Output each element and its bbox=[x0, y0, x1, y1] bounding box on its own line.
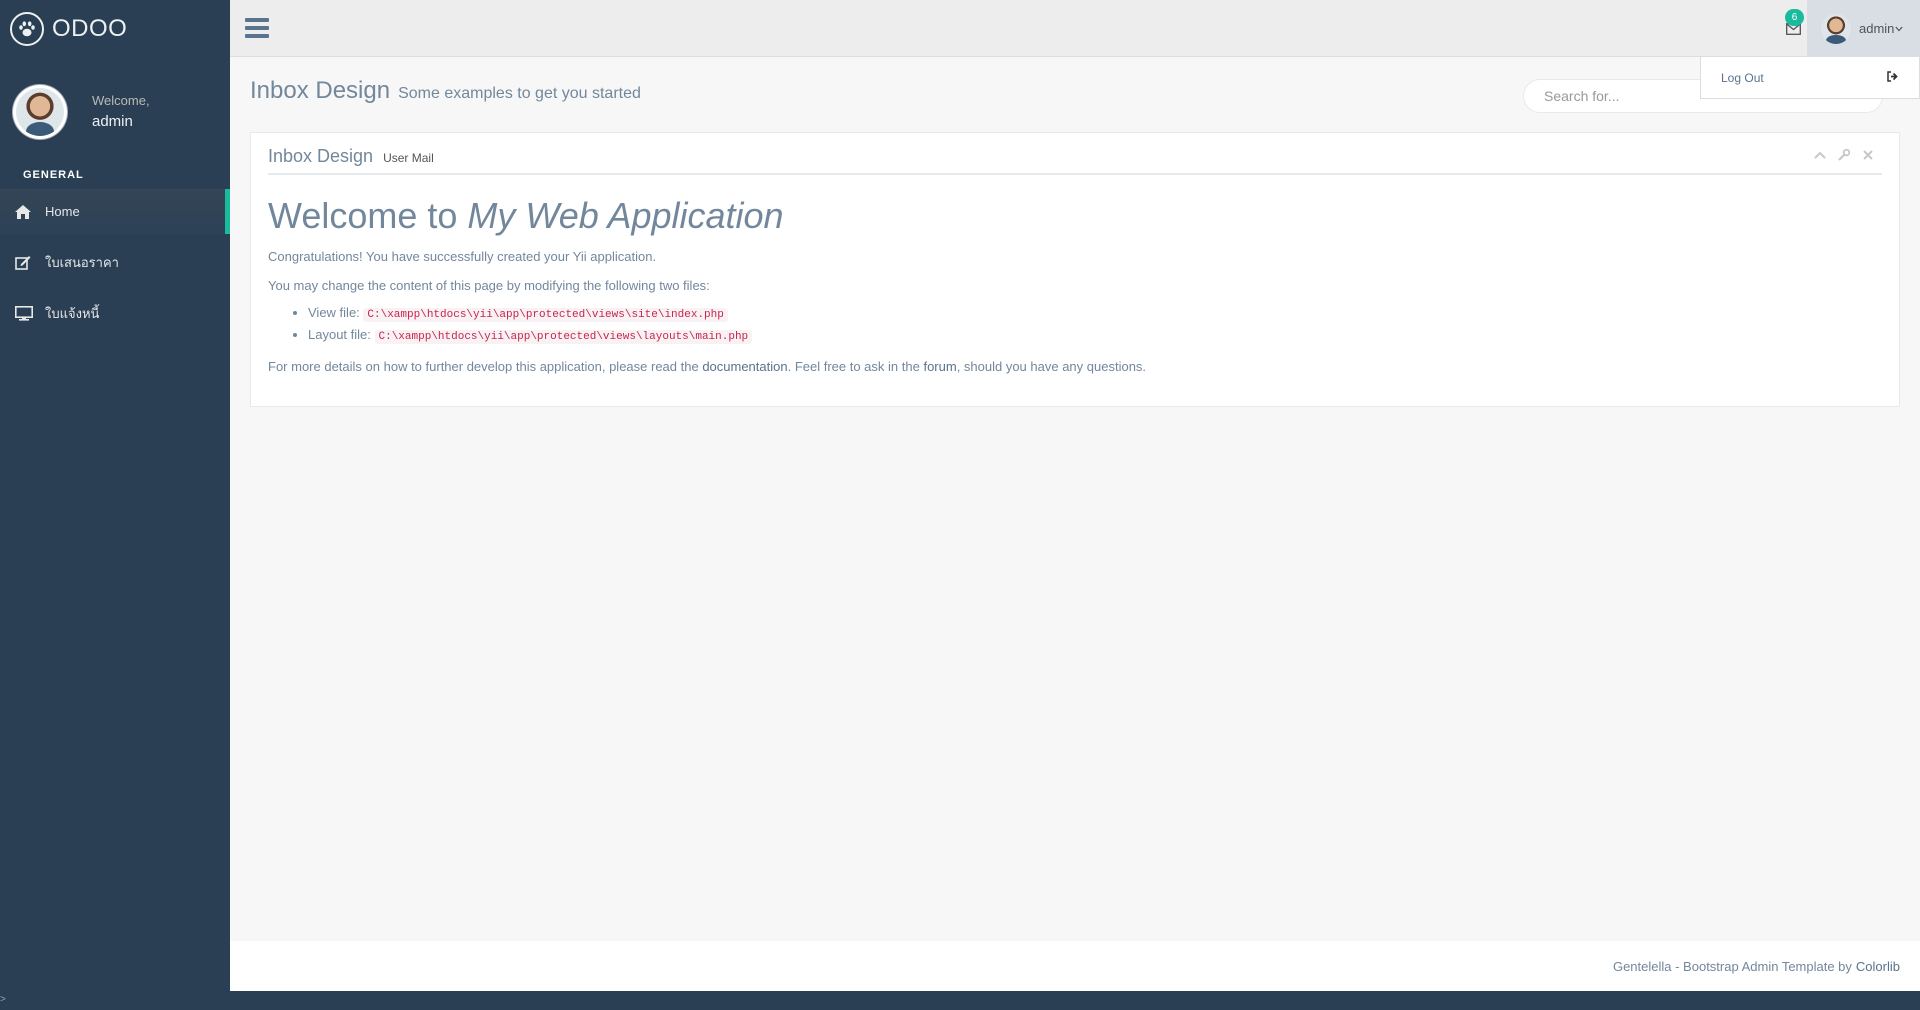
paw-icon bbox=[10, 11, 44, 46]
details-part: For more details on how to further devel… bbox=[268, 359, 703, 374]
avatar bbox=[12, 84, 68, 140]
wrench-icon[interactable] bbox=[1838, 149, 1850, 161]
home-icon bbox=[15, 204, 37, 219]
details-text: For more details on how to further devel… bbox=[268, 357, 1882, 376]
chevron-up-icon[interactable] bbox=[1814, 149, 1826, 161]
file-label: Layout file: bbox=[308, 327, 375, 342]
panel-title: Inbox Design bbox=[268, 145, 374, 166]
welcome-text: Welcome, bbox=[92, 93, 150, 108]
list-item: Layout file: C:\xampp\htdocs\yii\app\pro… bbox=[308, 325, 1882, 347]
corner-caret: > bbox=[0, 994, 6, 1005]
sidebar: ODOO Welcome, admin GENERAL Home ใบเสนอร… bbox=[0, 0, 230, 1010]
heading-app-name: My Web Application bbox=[467, 195, 784, 236]
sidebar-item-home[interactable]: Home bbox=[0, 189, 230, 234]
profile-username: admin bbox=[92, 113, 133, 130]
sidebar-item-label: ใบเสนอราคา bbox=[45, 255, 119, 270]
logout-menu-item[interactable]: Log Out bbox=[1721, 71, 1764, 85]
welcome-heading: Welcome to My Web Application bbox=[268, 195, 1882, 237]
footer-link[interactable]: Colorlib bbox=[1856, 959, 1900, 974]
sidebar-item-label: ใบแจ้งหนี้ bbox=[45, 306, 100, 321]
list-item: View file: C:\xampp\htdocs\yii\app\prote… bbox=[308, 303, 1882, 325]
user-dropdown: Log Out bbox=[1700, 57, 1920, 99]
avatar bbox=[1821, 13, 1851, 44]
sidebar-item-label: Home bbox=[45, 204, 80, 219]
sign-out-icon[interactable] bbox=[1887, 70, 1899, 85]
page-title-text: Inbox Design bbox=[250, 77, 391, 104]
brand-name: ODOO bbox=[52, 14, 128, 42]
inbox-panel: Inbox Design User Mail Welcome to My Web… bbox=[250, 132, 1900, 407]
user-name: admin bbox=[1859, 21, 1895, 36]
details-part: , should you have any questions. bbox=[956, 359, 1147, 374]
footer: Gentelella - Bootstrap Admin Template by… bbox=[230, 941, 1920, 991]
documentation-link[interactable]: documentation bbox=[702, 359, 787, 374]
top-nav: 6 admin bbox=[230, 0, 1920, 57]
page-title: Inbox Design Some examples to get you st… bbox=[250, 77, 641, 105]
edit-icon bbox=[15, 255, 37, 270]
panel-subtitle: User Mail bbox=[383, 151, 434, 165]
close-icon[interactable] bbox=[1862, 149, 1874, 161]
file-path: C:\xampp\htdocs\yii\app\protected\views\… bbox=[363, 308, 728, 322]
user-menu[interactable]: admin bbox=[1807, 0, 1920, 57]
instructions-text: You may change the content of this page … bbox=[268, 278, 710, 293]
sidebar-item-invoice[interactable]: ใบแจ้งหนี้ bbox=[0, 291, 230, 336]
forum-link[interactable]: forum bbox=[923, 359, 956, 374]
chevron-down-icon bbox=[1895, 26, 1904, 32]
footer-text: Gentelella - Bootstrap Admin Template by bbox=[1612, 958, 1852, 974]
heading-prefix: Welcome to bbox=[268, 195, 468, 236]
mail-badge: 6 bbox=[1785, 9, 1804, 26]
profile: Welcome, admin bbox=[0, 57, 230, 147]
menu-toggle-icon[interactable] bbox=[245, 18, 269, 38]
panel-header: Inbox Design User Mail bbox=[268, 143, 1882, 175]
brand[interactable]: ODOO bbox=[0, 0, 230, 57]
details-part: . Feel free to ask in the bbox=[787, 359, 924, 374]
desktop-icon bbox=[15, 306, 37, 321]
file-label: View file: bbox=[308, 305, 364, 320]
main-content: Inbox Design Some examples to get you st… bbox=[230, 57, 1920, 941]
congrats-text: Congratulations! You have successfully c… bbox=[268, 249, 657, 264]
file-list: View file: C:\xampp\htdocs\yii\app\prote… bbox=[308, 303, 1882, 347]
section-title: GENERAL bbox=[23, 169, 84, 181]
sidebar-item-quotation[interactable]: ใบเสนอราคา bbox=[0, 240, 230, 285]
page-subtitle: Some examples to get you started bbox=[398, 85, 641, 102]
file-path: C:\xampp\htdocs\yii\app\protected\views\… bbox=[374, 330, 753, 344]
